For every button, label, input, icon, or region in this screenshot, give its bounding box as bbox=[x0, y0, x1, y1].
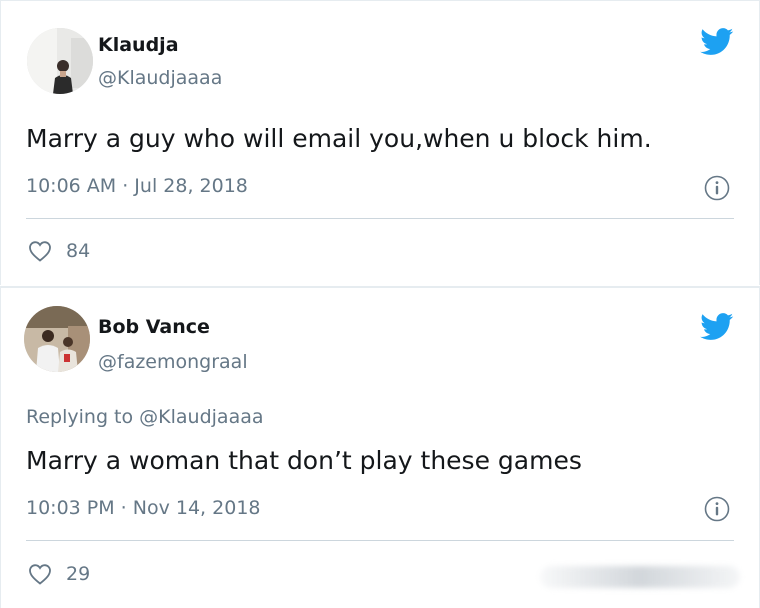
heart-icon[interactable] bbox=[28, 563, 52, 585]
divider bbox=[26, 540, 734, 541]
divider bbox=[26, 218, 734, 219]
display-name[interactable]: Bob Vance bbox=[98, 316, 210, 338]
replying-to: Replying to @Klaudjaaaa bbox=[26, 406, 264, 428]
avatar[interactable] bbox=[27, 28, 93, 94]
like-action[interactable]: 84 bbox=[28, 240, 90, 262]
like-count: 84 bbox=[66, 240, 91, 262]
avatar[interactable] bbox=[24, 306, 90, 372]
info-icon[interactable] bbox=[704, 496, 730, 522]
user-handle[interactable]: @Klaudjaaaa bbox=[98, 67, 222, 89]
info-icon[interactable] bbox=[704, 175, 730, 201]
display-name[interactable]: Klaudja bbox=[98, 34, 179, 56]
mention-link[interactable]: @Klaudjaaaa bbox=[139, 406, 263, 428]
replying-prefix: Replying to bbox=[26, 406, 134, 428]
like-count: 29 bbox=[66, 563, 91, 585]
tweet-text: Marry a woman that don’t play these game… bbox=[26, 446, 582, 475]
twitter-bird-icon[interactable] bbox=[700, 28, 734, 56]
heart-icon[interactable] bbox=[28, 240, 52, 262]
blurred-watermark bbox=[540, 566, 740, 588]
user-handle[interactable]: @fazemongraal bbox=[98, 351, 248, 373]
like-action[interactable]: 29 bbox=[28, 563, 90, 585]
tweet-timestamp[interactable]: 10:03 PM · Nov 14, 2018 bbox=[26, 497, 261, 519]
twitter-bird-icon[interactable] bbox=[700, 313, 734, 341]
tweet-text: Marry a guy who will email you,when u bl… bbox=[26, 124, 652, 153]
avatar-image bbox=[24, 306, 90, 372]
avatar-image bbox=[27, 28, 93, 94]
page: Klaudja @Klaudjaaaa Marry a guy who will… bbox=[0, 0, 760, 608]
tweet-timestamp[interactable]: 10:06 AM · Jul 28, 2018 bbox=[26, 175, 248, 197]
